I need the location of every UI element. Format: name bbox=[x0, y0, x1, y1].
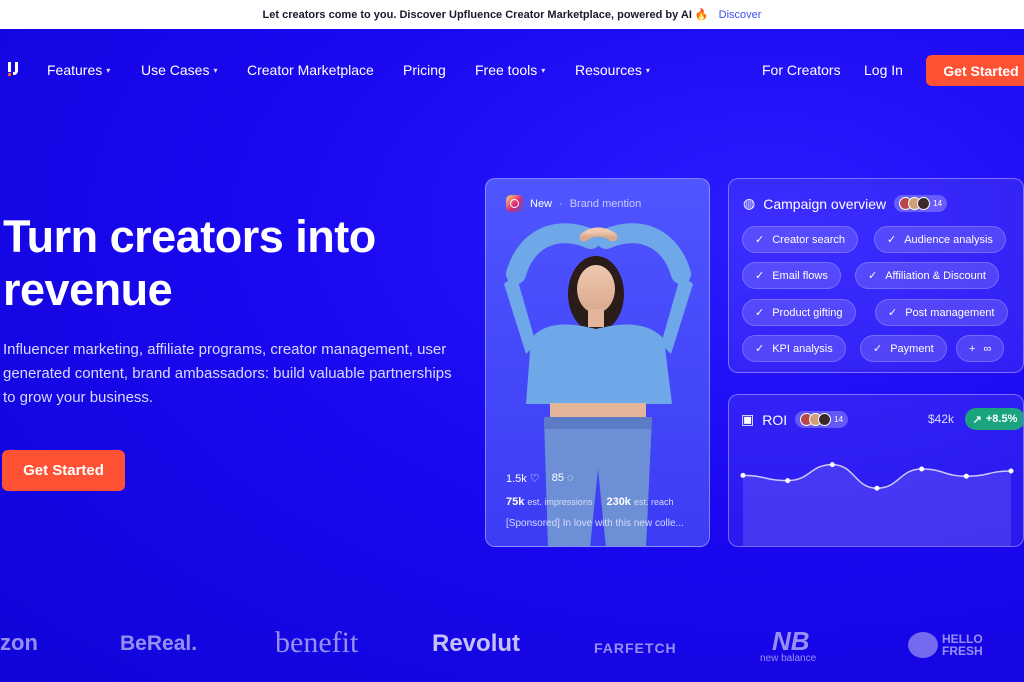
nav-pricing[interactable]: Pricing bbox=[403, 62, 446, 78]
chevron-down-icon: ▾ bbox=[213, 65, 218, 75]
brand-logos: zon BeReal. benefit Revolut FARFETCH NB … bbox=[0, 610, 1024, 680]
roi-point bbox=[919, 466, 925, 472]
avatar bbox=[917, 197, 931, 210]
nav-resources[interactable]: Resources ▾ bbox=[575, 62, 650, 78]
nav-login[interactable]: Log In bbox=[864, 62, 903, 78]
check-icon: ✓ bbox=[868, 270, 878, 282]
roi-point bbox=[1008, 468, 1014, 474]
post-metrics: 75k est. impressions 230k est. reach bbox=[506, 496, 674, 508]
brand-benefit: benefit bbox=[275, 626, 359, 659]
hellofresh-logo-icon bbox=[908, 632, 938, 658]
pill-post-management: ✓ Post management bbox=[875, 299, 1008, 326]
campaign-overview-header: ◍ Campaign overview 14 bbox=[743, 195, 948, 212]
chevron-down-icon: ▾ bbox=[541, 65, 546, 75]
chevron-down-icon: ▾ bbox=[645, 65, 650, 75]
roi-area bbox=[743, 464, 1011, 546]
comment-icon: ◌ bbox=[567, 472, 574, 484]
check-icon: ✓ bbox=[888, 307, 898, 319]
likes-count: 1.5k bbox=[506, 473, 527, 485]
pill-affiliation-discount: ✓ Affiliation & Discount bbox=[855, 262, 999, 289]
post-header: New · Brand mention bbox=[506, 195, 641, 212]
brand-amazon: zon bbox=[0, 630, 38, 655]
chevron-down-icon: ▾ bbox=[106, 65, 111, 75]
reach-value: 230k bbox=[606, 496, 631, 508]
hero-title: Turn creators into revenue bbox=[3, 211, 376, 315]
flame-icon: ◍ bbox=[743, 195, 756, 211]
check-icon: ✓ bbox=[755, 234, 765, 246]
avatar-count: 14 bbox=[933, 199, 943, 208]
pill-more: + ∞ bbox=[956, 335, 1005, 362]
heart-icon: ♡ bbox=[529, 473, 540, 485]
campaign-overview-title: Campaign overview bbox=[763, 195, 887, 212]
impressions-label: est. impressions bbox=[527, 497, 593, 507]
main-nav: Features ▾ Use Cases ▾ Creator Marketplace… bbox=[0, 29, 1024, 111]
hero-subtitle: Influencer marketing, affiliate programs… bbox=[3, 341, 452, 406]
announcement-text: Let creators come to you. Discover Upflu… bbox=[262, 9, 709, 21]
roi-point bbox=[963, 473, 969, 479]
nav-free-tools[interactable]: Free tools ▾ bbox=[475, 62, 545, 78]
check-icon: ✓ bbox=[755, 307, 765, 319]
check-icon: ✓ bbox=[873, 343, 883, 355]
upfluence-logo-icon[interactable] bbox=[6, 60, 24, 78]
hero-get-started-button[interactable]: Get Started bbox=[2, 450, 125, 491]
impressions-value: 75k bbox=[506, 496, 525, 508]
roi-point bbox=[874, 485, 880, 491]
money-icon: ▣ bbox=[741, 411, 755, 427]
nav-features[interactable]: Features ▾ bbox=[47, 62, 110, 78]
post-new-badge: New bbox=[530, 197, 553, 210]
nav-get-started-button[interactable]: Get Started bbox=[926, 55, 1024, 86]
instagram-icon bbox=[506, 195, 523, 212]
reach-label: est. reach bbox=[634, 497, 674, 507]
nav-creator-marketplace[interactable]: Creator Marketplace bbox=[247, 62, 374, 78]
roi-trend-chart bbox=[740, 462, 1014, 546]
avatar-group: 14 bbox=[894, 195, 948, 212]
roi-point bbox=[829, 462, 835, 468]
roi-change: +8.5% bbox=[985, 413, 1018, 425]
check-icon: ✓ bbox=[755, 270, 765, 282]
brand-farfetch: FARFETCH bbox=[594, 640, 677, 656]
post-type: Brand mention bbox=[569, 197, 642, 210]
announcement-bar: Let creators come to you. Discover Upflu… bbox=[0, 0, 1024, 29]
check-icon: ✓ bbox=[887, 234, 897, 246]
brand-bereal: BeReal. bbox=[120, 632, 198, 655]
roi-value: $42k bbox=[928, 412, 955, 426]
post-engagement: 1.5k ♡ 85 ◌ bbox=[506, 472, 574, 485]
brand-new-balance: NB new balance bbox=[760, 626, 817, 664]
roi-title: ROI bbox=[762, 411, 788, 428]
creator-photo bbox=[504, 223, 693, 546]
brand-hellofresh: HELLO FRESH bbox=[908, 632, 998, 658]
comments-count: 85 bbox=[551, 472, 564, 484]
roi-point bbox=[740, 472, 746, 478]
plus-icon: + bbox=[969, 342, 976, 355]
pill-product-gifting: ✓ Product gifting bbox=[742, 299, 856, 326]
roi-point bbox=[785, 478, 791, 484]
pill-email-flows: ✓ Email flows bbox=[742, 262, 841, 289]
pill-audience-analysis: ✓ Audience analysis bbox=[874, 226, 1006, 253]
avatar bbox=[818, 413, 832, 426]
nav-use-cases[interactable]: Use Cases ▾ bbox=[141, 62, 217, 78]
roi-card: ▣ ROI 14 $42k ↗ +8.5% bbox=[728, 394, 1024, 547]
brand-mention-card: New · Brand mention 1.5k ♡ 85 ◌ 75k est.… bbox=[485, 178, 710, 547]
roi-change-badge: ↗ +8.5% bbox=[965, 408, 1023, 430]
pill-payment: ✓ Payment bbox=[860, 335, 947, 362]
pill-creator-search: ✓ Creator search bbox=[742, 226, 858, 253]
check-icon: ✓ bbox=[755, 343, 765, 355]
nav-for-creators[interactable]: For Creators bbox=[762, 62, 841, 78]
avatar-count: 14 bbox=[834, 415, 844, 424]
roi-header: ▣ ROI 14 bbox=[741, 411, 849, 428]
dot-separator: · bbox=[559, 197, 563, 210]
discover-link[interactable]: Discover bbox=[719, 9, 762, 21]
brand-revolut: Revolut bbox=[432, 630, 521, 657]
pill-kpi-analysis: ✓ KPI analysis bbox=[742, 335, 846, 362]
avatar-group: 14 bbox=[795, 411, 849, 428]
campaign-overview-card: ◍ Campaign overview 14 ✓ Creator search ✓… bbox=[728, 178, 1024, 373]
post-caption: [Sponsored] In love with this new colle.… bbox=[506, 518, 684, 529]
trend-up-icon: ↗ bbox=[972, 413, 982, 426]
